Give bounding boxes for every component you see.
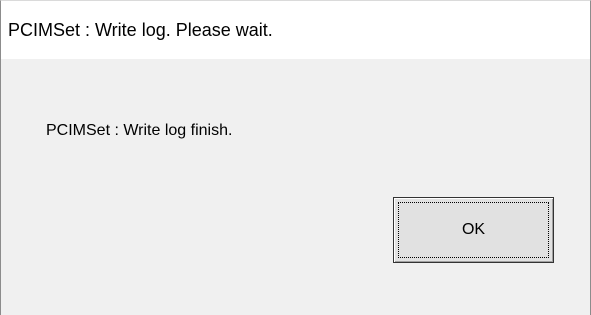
window-title: PCIMSet : Write log. Please wait. <box>8 20 273 40</box>
dialog-message: PCIMSet : Write log finish. <box>46 122 233 139</box>
message-dialog-window: PCIMSet : Write log. Please wait. PCIMSe… <box>0 0 591 315</box>
title-bar[interactable]: PCIMSet : Write log. Please wait. <box>1 1 590 59</box>
ok-button[interactable]: OK <box>393 197 554 263</box>
ok-button-label: OK <box>461 221 486 238</box>
